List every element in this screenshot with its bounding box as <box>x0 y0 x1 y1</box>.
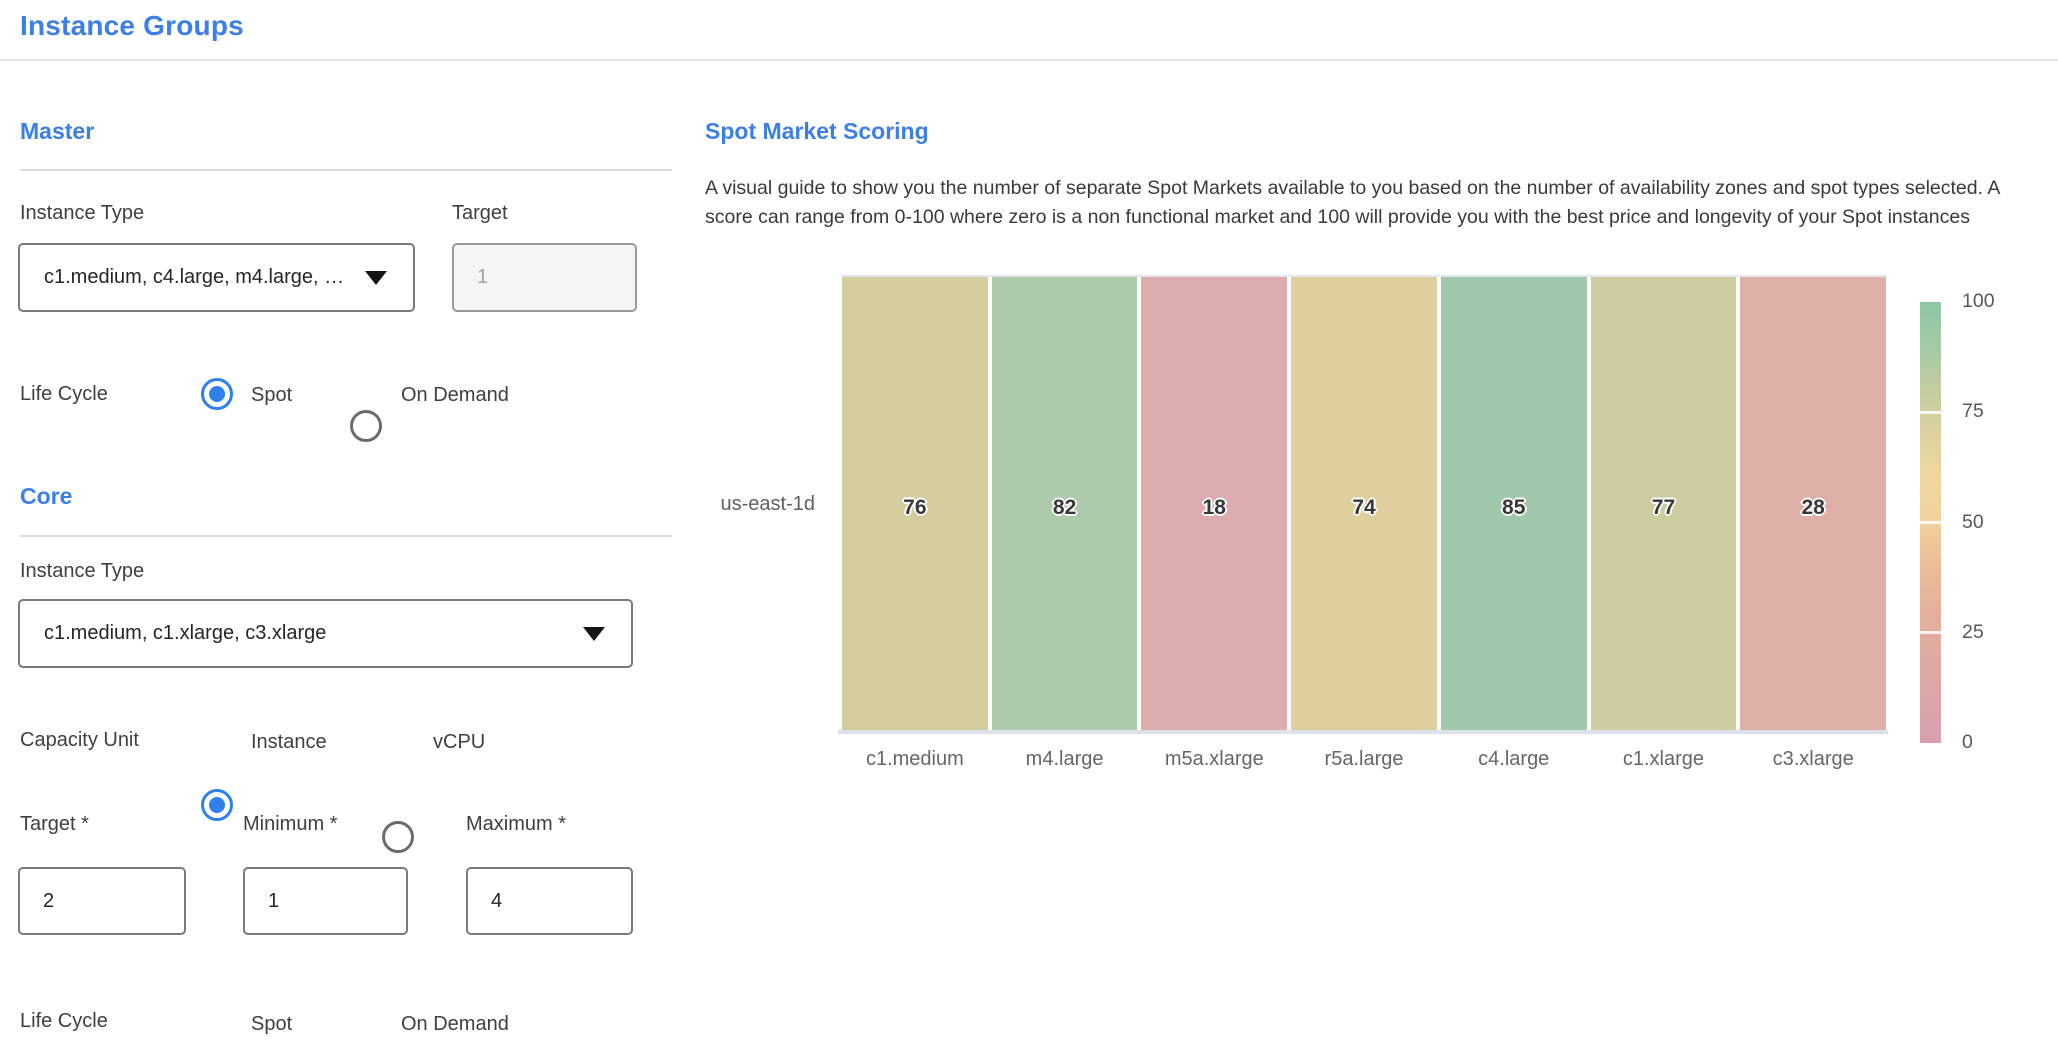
scoring-title: Spot Market Scoring <box>705 118 929 145</box>
core-instance-radio-label[interactable]: Instance <box>251 731 327 754</box>
heatmap-x-label: c4.large <box>1441 748 1587 771</box>
heatmap-x-label: r5a.large <box>1291 748 1437 771</box>
caret-down-icon <box>365 271 387 285</box>
master-section-divider <box>20 169 672 171</box>
colorbar-separator <box>1920 411 1941 414</box>
heatmap-x-label: c1.xlarge <box>1591 748 1737 771</box>
master-instance-type-label: Instance Type <box>20 202 144 225</box>
heatmap-row-label: us-east-1d <box>640 493 815 516</box>
core-life-cycle-label: Life Cycle <box>20 1010 108 1033</box>
heatmap-baseline <box>838 730 1888 734</box>
master-instance-type-select[interactable]: c1.medium, c4.large, m4.large, … <box>18 243 415 312</box>
colorbar-tick-label: 25 <box>1962 621 2022 644</box>
master-instance-type-value: c1.medium, c4.large, m4.large, … <box>20 266 344 289</box>
core-vcpu-radio-label[interactable]: vCPU <box>433 731 485 754</box>
core-maximum-label: Maximum * <box>466 813 566 836</box>
colorbar-tick-label: 50 <box>1962 511 2022 534</box>
colorbar-tick-label: 75 <box>1962 400 2022 423</box>
heatmap-cell-value: 18 <box>1203 496 1226 520</box>
core-vcpu-radio[interactable] <box>382 821 414 853</box>
master-section-title: Master <box>20 118 94 145</box>
core-target-label: Target * <box>20 813 89 836</box>
heatmap-x-labels: c1.mediumm4.largem5a.xlarger5a.largec4.l… <box>842 748 1886 771</box>
heatmap-x-label: m5a.xlarge <box>1141 748 1287 771</box>
core-section-divider <box>20 535 672 537</box>
master-spot-radio-label[interactable]: Spot <box>251 384 292 407</box>
master-on-demand-radio[interactable] <box>350 410 382 442</box>
heatmap-cell-c1.xlarge[interactable]: 77 <box>1591 277 1737 731</box>
instance-groups-page: Instance Groups Master Instance Type c1.… <box>0 0 2058 1058</box>
heatmap-x-label: c3.xlarge <box>1740 748 1886 771</box>
core-capacity-unit-label: Capacity Unit <box>20 729 139 752</box>
core-minimum-label: Minimum * <box>243 813 337 836</box>
heatmap-x-label: m4.large <box>992 748 1138 771</box>
heatmap-cell-value: 76 <box>903 496 926 520</box>
scoring-description: A visual guide to show you the number of… <box>705 174 2050 232</box>
master-life-cycle-label: Life Cycle <box>20 383 108 406</box>
heatmap-cell-r5a.large[interactable]: 74 <box>1291 277 1437 731</box>
heatmap-cell-c1.medium[interactable]: 76 <box>842 277 988 731</box>
spot-market-heatmap: 76 82 18 74 85 77 28 <box>842 275 1886 731</box>
heatmap-cell-value: 74 <box>1352 496 1375 520</box>
colorbar-separator <box>1920 631 1941 634</box>
core-spot-radio-label[interactable]: Spot <box>251 1013 292 1036</box>
colorbar-tick-label: 100 <box>1962 290 2022 313</box>
master-target-input[interactable] <box>452 243 637 312</box>
colorbar-tick-label: 0 <box>1962 731 2022 754</box>
core-instance-type-label: Instance Type <box>20 560 144 583</box>
colorbar-separator <box>1920 521 1941 524</box>
heatmap-colorbar <box>1920 302 1941 743</box>
heatmap-cell-value: 77 <box>1652 496 1675 520</box>
heatmap-cell-m4.large[interactable]: 82 <box>992 277 1138 731</box>
heatmap-cell-value: 28 <box>1801 496 1824 520</box>
heatmap-cell-m5a.xlarge[interactable]: 18 <box>1141 277 1287 731</box>
core-section-title: Core <box>20 483 72 510</box>
core-instance-type-value: c1.medium, c1.xlarge, c3.xlarge <box>20 622 326 645</box>
core-maximum-input[interactable] <box>466 867 633 935</box>
page-divider <box>0 59 2058 61</box>
master-spot-radio[interactable] <box>201 378 233 410</box>
heatmap-x-label: c1.medium <box>842 748 988 771</box>
page-title: Instance Groups <box>20 10 244 42</box>
core-minimum-input[interactable] <box>243 867 408 935</box>
master-target-label: Target <box>452 202 508 225</box>
master-on-demand-radio-label[interactable]: On Demand <box>401 384 509 407</box>
core-target-input[interactable] <box>18 867 186 935</box>
heatmap-cell-value: 82 <box>1053 496 1076 520</box>
heatmap-cell-value: 85 <box>1502 496 1525 520</box>
core-instance-type-select[interactable]: c1.medium, c1.xlarge, c3.xlarge <box>18 599 633 668</box>
core-instance-radio[interactable] <box>201 789 233 821</box>
core-on-demand-radio-label[interactable]: On Demand <box>401 1013 509 1036</box>
heatmap-cell-c4.large[interactable]: 85 <box>1441 277 1587 731</box>
caret-down-icon <box>583 627 605 641</box>
heatmap-cell-c3.xlarge[interactable]: 28 <box>1740 277 1886 731</box>
